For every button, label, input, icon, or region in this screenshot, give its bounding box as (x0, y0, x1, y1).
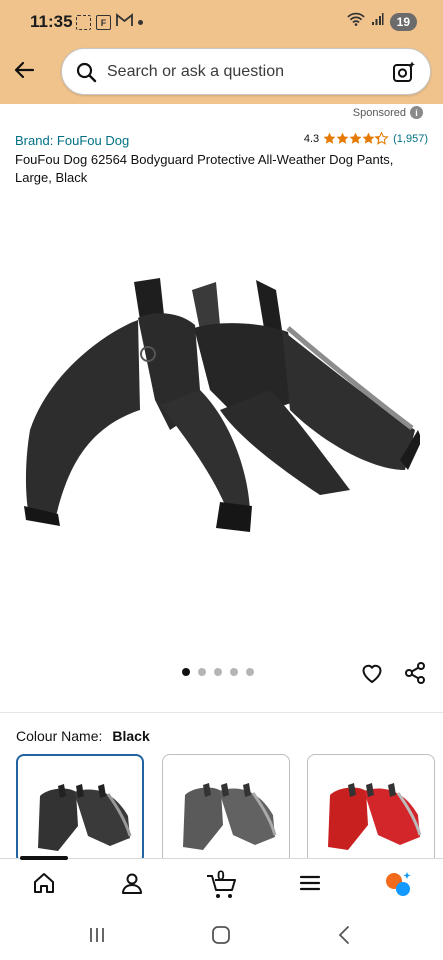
search-input[interactable]: Search or ask a question (107, 63, 284, 81)
gmail-icon (116, 13, 133, 32)
f-app-icon: F (96, 15, 111, 30)
colour-label: Colour Name: (16, 728, 103, 744)
black-pants-thumbnail-icon (38, 784, 132, 851)
info-icon[interactable]: i (410, 106, 423, 119)
status-bar: 11:35 F 19 (0, 0, 443, 44)
share-icon[interactable] (403, 661, 427, 690)
cart-icon[interactable]: 0 (206, 867, 238, 904)
more-notifications-dot (138, 20, 143, 25)
screenshot-icon (76, 15, 91, 30)
rating-value: 4.3 (303, 132, 320, 145)
wifi-icon (347, 12, 365, 31)
heart-icon[interactable] (360, 661, 384, 690)
search-bar[interactable]: Search or ask a question (61, 48, 431, 95)
pagination-dot-2[interactable] (198, 668, 206, 676)
colour-swatch-red[interactable] (307, 754, 435, 864)
colour-swatch-black[interactable] (16, 754, 144, 864)
app-header: 11:35 F 19 Search or ask a question (0, 0, 443, 104)
section-divider (0, 712, 443, 713)
brand-link[interactable]: Brand: FouFou Dog (15, 133, 129, 148)
rating-summary[interactable]: 4.3 (1,957) (304, 132, 428, 145)
account-icon[interactable] (120, 871, 144, 900)
cart-count: 0 (217, 867, 225, 883)
system-back-icon[interactable] (336, 925, 352, 950)
signal-icon (371, 12, 384, 31)
search-icon (76, 62, 97, 88)
red-pants-thumbnail-icon (328, 783, 422, 850)
colour-value: Black (112, 728, 150, 744)
camera-search-icon[interactable] (392, 60, 416, 89)
sponsored-label[interactable]: Sponsored i (353, 106, 423, 119)
grey-pants-thumbnail-icon (183, 783, 277, 850)
pagination-dot-3[interactable] (214, 668, 222, 676)
menu-icon[interactable] (298, 871, 322, 900)
back-arrow-icon[interactable] (12, 58, 36, 82)
image-pagination-dots[interactable] (182, 668, 254, 676)
status-time: 11:35 (30, 12, 73, 31)
colour-selector-heading: Colour Name: Black (16, 728, 150, 744)
active-tab-indicator (20, 856, 68, 860)
battery-indicator: 19 (389, 12, 417, 31)
home-button-icon[interactable] (211, 925, 231, 950)
pagination-dot-4[interactable] (230, 668, 238, 676)
star-rating-icon (323, 132, 389, 145)
assistant-icon[interactable] (385, 871, 413, 902)
sponsored-text: Sponsored (352, 106, 406, 119)
status-notification-icons: F (76, 13, 143, 32)
system-navigation-bar (0, 913, 443, 960)
recent-apps-icon[interactable] (88, 926, 106, 949)
status-system-icons: 19 (347, 12, 417, 31)
colour-swatch-grey[interactable] (162, 754, 290, 864)
pagination-dot-1[interactable] (182, 668, 190, 676)
bottom-navigation: 0 (0, 858, 443, 913)
dog-pants-icon (24, 278, 422, 532)
home-icon[interactable] (32, 871, 56, 900)
product-title[interactable]: FouFou Dog 62564 Bodyguard Protective Al… (15, 151, 425, 187)
pagination-dot-5[interactable] (246, 668, 254, 676)
product-image[interactable] (20, 270, 422, 550)
review-count-link[interactable]: (1,957) (393, 133, 428, 145)
